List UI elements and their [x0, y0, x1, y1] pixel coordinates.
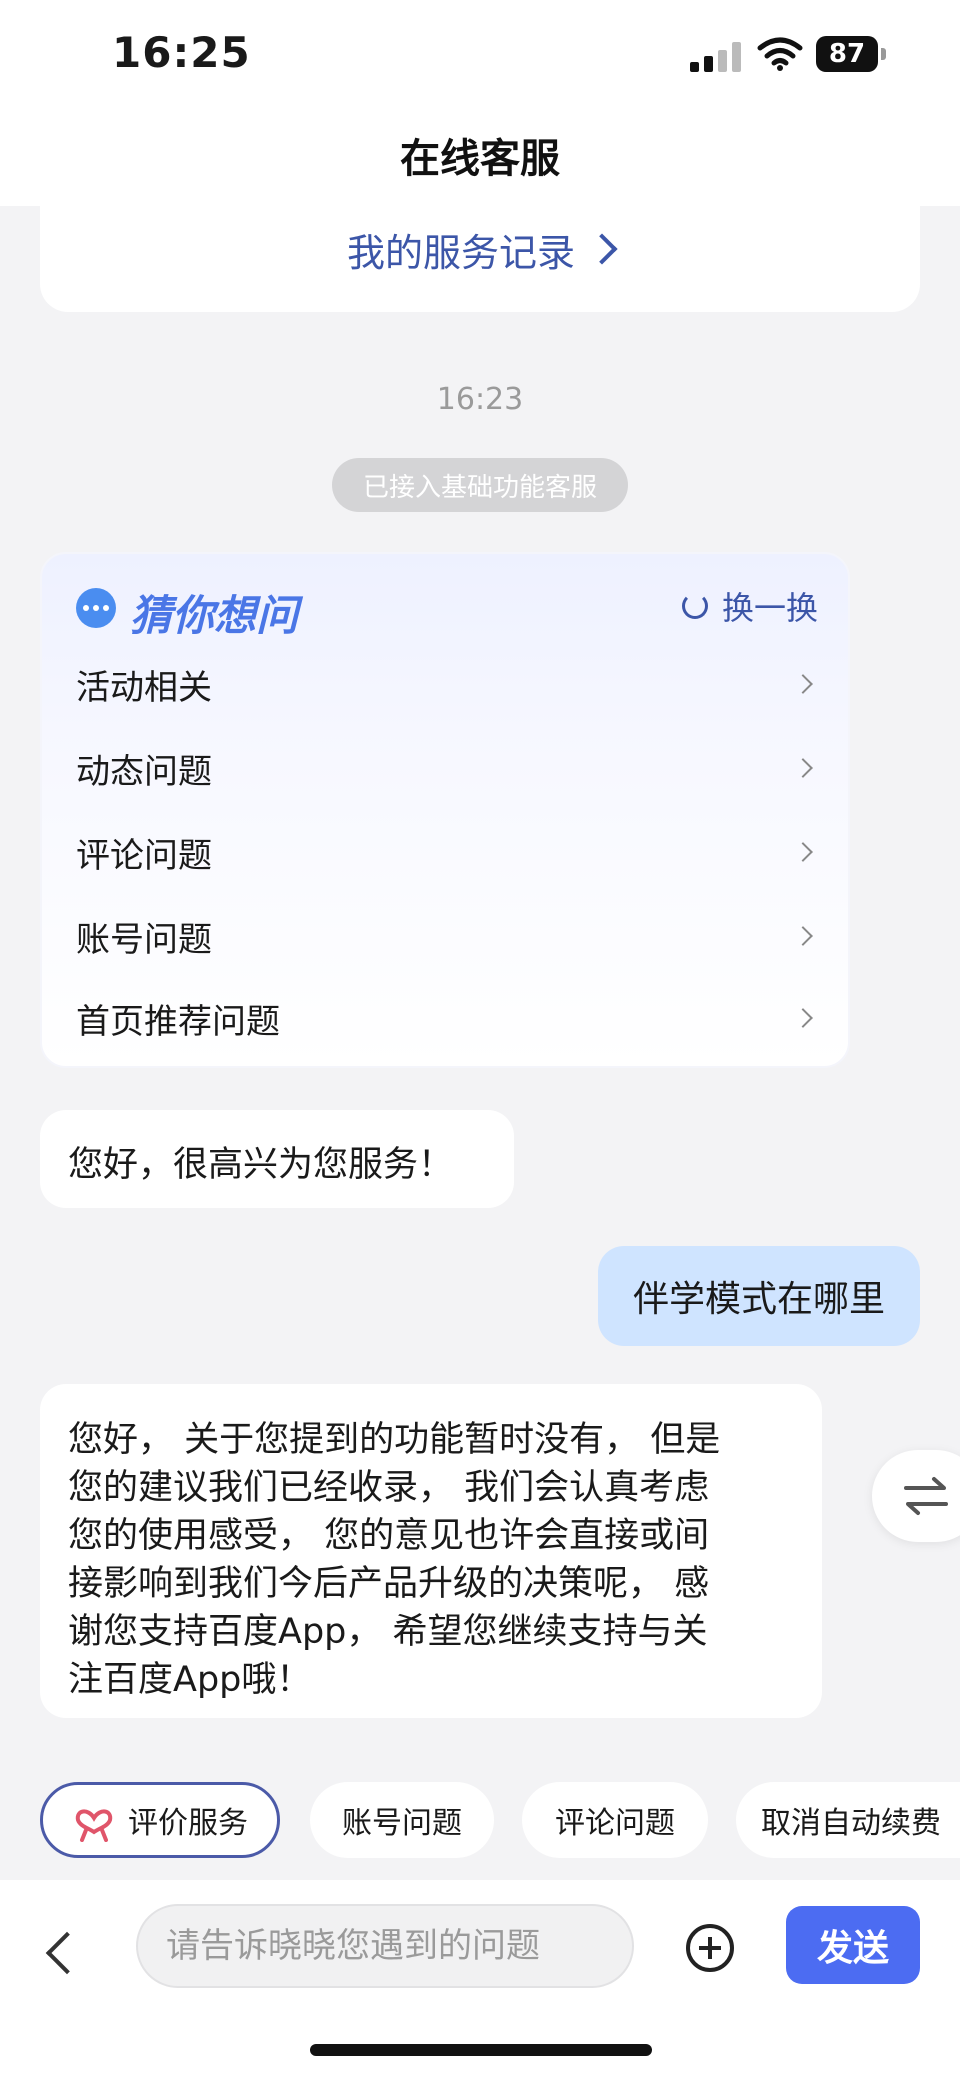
refresh-label: 换一换: [721, 589, 818, 627]
refresh-button[interactable]: 换一换: [681, 584, 818, 628]
agent-reply-message: 您好， 关于您提到的功能暂时没有， 但是 您的建议我们已经收录， 我们会认真考虑…: [40, 1384, 822, 1718]
question-item[interactable]: 动态问题: [76, 740, 818, 796]
chat-timestamp: 16:23: [436, 382, 524, 417]
chevron-right-icon: [793, 842, 813, 862]
user-message: 伴学模式在哪里: [598, 1246, 920, 1346]
refresh-icon: [681, 593, 708, 619]
agent-greeting-message: 您好，很高兴为您服务！: [40, 1110, 514, 1208]
wifi-icon: [757, 37, 803, 71]
chip-label: 取消自动续费: [761, 1806, 941, 1841]
chevron-right-icon: [793, 1008, 813, 1028]
top-bar: 16:25 87 在线客服: [0, 0, 960, 206]
question-label: 评论问题: [76, 835, 212, 876]
guess-card-title: 猜你想问: [130, 591, 299, 640]
battery-cap: [881, 48, 886, 60]
signal-icon: [690, 40, 742, 72]
chevron-right-icon: [586, 233, 618, 265]
question-label: 账号问题: [76, 919, 212, 960]
home-indicator: [310, 2044, 652, 2056]
battery-icon: 87: [816, 36, 878, 72]
guess-questions-card: 猜你想问 换一换 活动相关 动态问题 评论问题 账号问题 首页推荐问题: [40, 552, 850, 1068]
question-label: 活动相关: [76, 667, 212, 708]
question-item[interactable]: 评论问题: [76, 824, 818, 880]
reply-line: 注百度App哦！: [68, 1660, 312, 1700]
question-item[interactable]: 账号问题: [76, 908, 818, 964]
chip-label: 评价服务: [128, 1806, 248, 1841]
chip-label: 账号问题: [342, 1806, 462, 1841]
chevron-right-icon: [793, 758, 813, 778]
chat-bubble-icon: [76, 588, 116, 628]
system-notice: 已接入基础功能客服: [332, 458, 628, 512]
reply-line: 您的建议我们已经收录， 我们会认真考虑: [68, 1468, 710, 1508]
reply-line: 您好， 关于您提到的功能暂时没有， 但是: [68, 1420, 721, 1460]
chevron-right-icon: [793, 926, 813, 946]
plus-circle-icon[interactable]: [686, 1924, 734, 1972]
back-icon[interactable]: [45, 1931, 89, 1975]
account-question-chip[interactable]: 账号问题: [310, 1782, 494, 1858]
message-input[interactable]: [136, 1904, 634, 1988]
service-record-label: 我的服务记录: [346, 230, 575, 275]
rate-service-chip[interactable]: 评价服务: [40, 1782, 280, 1858]
status-time: 16:25: [112, 28, 251, 77]
question-item[interactable]: 首页推荐问题: [76, 990, 818, 1046]
comment-question-chip[interactable]: 评论问题: [522, 1782, 708, 1858]
service-record-link[interactable]: 我的服务记录: [40, 186, 920, 312]
question-label: 首页推荐问题: [76, 1001, 280, 1042]
question-label: 动态问题: [76, 751, 212, 792]
reply-line: 谢您支持百度App， 希望您继续支持与关: [68, 1612, 708, 1652]
swap-icon: [904, 1477, 948, 1515]
switch-mode-button[interactable]: [872, 1450, 960, 1542]
send-button[interactable]: 发送: [786, 1906, 920, 1984]
reply-line: 您的使用感受， 您的意见也许会直接或间: [68, 1516, 710, 1556]
chip-label: 评论问题: [555, 1806, 675, 1841]
question-item[interactable]: 活动相关: [76, 656, 818, 712]
chevron-right-icon: [793, 674, 813, 694]
page-title: 在线客服: [400, 136, 560, 182]
reply-line: 接影响到我们今后产品升级的决策呢， 感: [68, 1564, 710, 1604]
cancel-renewal-chip[interactable]: 取消自动续费: [736, 1782, 960, 1858]
heart-hands-icon: [75, 1809, 113, 1842]
